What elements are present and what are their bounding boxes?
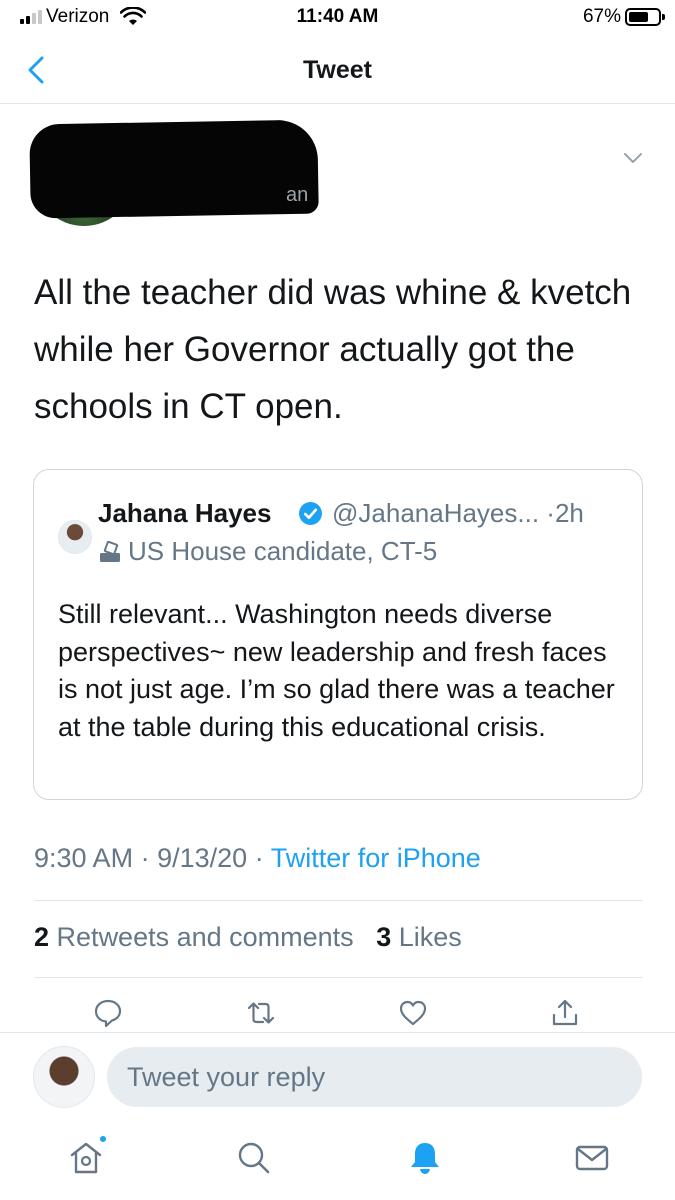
tab-search[interactable] [234,1138,274,1178]
retweets-stat[interactable]: 2 Retweets and comments [34,922,361,952]
verified-badge-icon [299,502,322,525]
likes-stat[interactable]: 3 Likes [369,922,462,952]
home-badge-dot [98,1134,108,1144]
like-icon[interactable] [397,997,429,1029]
meta-separator: · [140,843,150,873]
tab-notifications[interactable] [405,1138,445,1178]
tweet-actions [0,995,675,1031]
home-icon [70,1142,102,1174]
likes-count: 3 [376,922,392,952]
tweet-stats: 2 Retweets and comments 3 Likes [34,922,462,953]
tweet-author[interactable]: an [0,104,675,244]
page-title: Tweet [303,56,372,84]
status-bar: Verizon 11:40 AM 67% [0,0,675,36]
retweet-icon[interactable] [245,997,277,1029]
separator: · [546,498,555,528]
reply-icon[interactable] [92,997,124,1029]
quoted-tweet[interactable]: Jahana Hayes @JahanaHayes... ·2h US Hous… [33,469,643,800]
quoted-tweet-text: Still relevant... Washington needs diver… [58,599,615,742]
messages-icon [575,1145,609,1171]
share-icon[interactable] [549,997,581,1029]
tab-messages[interactable] [572,1138,612,1178]
tweet-text: All the teacher did was whine & kvetch w… [34,273,632,426]
candidate-label-text: US House candidate, CT-5 [128,536,438,566]
divider [34,900,643,901]
notifications-icon [411,1143,439,1174]
redacted-name-fragment: an [286,184,309,206]
quoted-handle-row: @JahanaHayes... ·2h [332,498,584,529]
retweets-label: Retweets and comments [56,922,354,952]
tweet-source-link[interactable]: Twitter for iPhone [271,843,481,873]
tweet-time: 9:30 AM [34,843,134,873]
quoted-avatar[interactable] [58,520,92,554]
quoted-handle: @JahanaHayes... [332,498,540,528]
battery-percent: 67% [582,6,621,27]
tab-home[interactable] [66,1134,108,1178]
tweet-date: 9/13/20 [157,843,248,873]
reply-avatar[interactable] [33,1046,95,1108]
likes-label: Likes [398,922,462,952]
search-icon [238,1142,270,1174]
chevron-down-icon[interactable] [621,146,645,170]
quoted-author-name: Jahana Hayes [98,498,272,528]
candidate-label: US House candidate, CT-5 [98,536,437,567]
meta-separator: · [254,843,264,873]
clock: 11:40 AM [296,6,379,27]
quoted-age: 2h [554,498,584,528]
divider [34,977,643,978]
tweet-meta: 9:30 AM · 9/13/20 · Twitter for iPhone [34,843,481,874]
reply-input[interactable] [107,1047,642,1107]
retweets-count: 2 [34,922,50,952]
nav-header: Tweet [0,36,675,104]
battery-icon [625,8,665,26]
tab-bar [0,1132,675,1192]
ballot-box-icon [100,541,120,562]
redaction-mark [29,119,319,219]
divider [0,1032,675,1033]
battery-level [629,12,648,22]
